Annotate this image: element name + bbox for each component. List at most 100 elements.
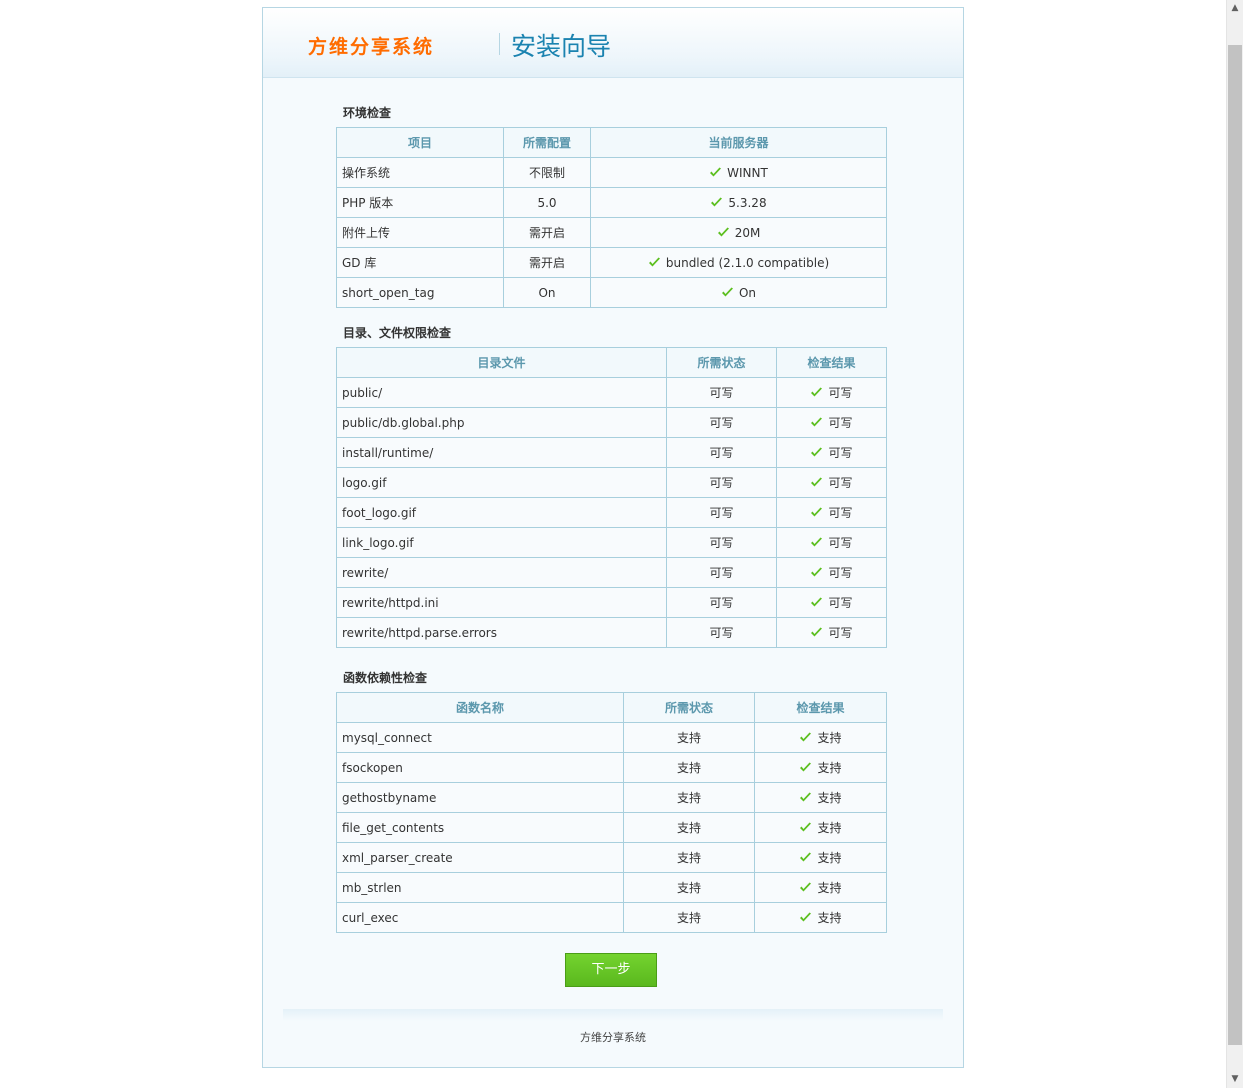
column-header: 目录文件	[336, 347, 667, 378]
table-row: rewrite/httpd.ini 可写 可写	[336, 587, 887, 618]
required-value: 支持	[623, 752, 755, 783]
check-icon	[811, 567, 823, 577]
item-name: gethostbyname	[336, 782, 624, 813]
required-value: 支持	[623, 872, 755, 903]
table-row: fsockopen 支持 支持	[336, 752, 887, 783]
page-scrollbar[interactable]: ▲ ▼	[1226, 0, 1243, 1088]
result-cell: 支持	[754, 752, 887, 783]
result-cell: 可写	[776, 467, 887, 498]
result-value: On	[738, 285, 757, 300]
result-cell: 可写	[776, 557, 887, 588]
installer-container: 方维分享系统 安装向导 环境检查 项目 所需配置 当前服务器 操作系统 不限制 WI…	[262, 7, 964, 1068]
footer-divider	[283, 1009, 943, 1021]
required-value: 可写	[666, 527, 777, 558]
env-table: 项目 所需配置 当前服务器 操作系统 不限制 WINNT PHP 版本 5.0 5.3.2…	[336, 127, 887, 308]
column-header: 检查结果	[776, 347, 887, 378]
table-row: gethostbyname 支持 支持	[336, 782, 887, 813]
table-row: GD 库需开启 bundled (2.1.0 compatible)	[336, 247, 887, 278]
check-icon	[811, 387, 823, 397]
item-name: foot_logo.gif	[336, 497, 667, 528]
table-row: logo.gif 可写 可写	[336, 467, 887, 498]
table-row: xml_parser_create 支持 支持	[336, 842, 887, 873]
next-step-button[interactable]: 下一步	[565, 953, 657, 987]
table-row: mysql_connect 支持 支持	[336, 722, 887, 753]
required-value: 支持	[623, 842, 755, 873]
item-name: short_open_tag	[336, 277, 504, 308]
check-icon	[710, 167, 722, 176]
item-name: logo.gif	[336, 467, 667, 498]
result-cell: On	[590, 277, 887, 308]
item-name: fsockopen	[336, 752, 624, 783]
column-header: 当前服务器	[590, 127, 887, 158]
check-icon	[811, 537, 823, 547]
scroll-down-arrow-icon[interactable]: ▼	[1227, 1071, 1243, 1088]
check-icon	[811, 627, 823, 637]
result-value: 可写	[828, 416, 853, 430]
item-name: rewrite/	[336, 557, 667, 588]
check-icon	[811, 417, 823, 427]
table-row: mb_strlen 支持 支持	[336, 872, 887, 903]
perm-section-title: 目录、文件权限检查	[343, 326, 452, 340]
required-value: 可写	[666, 437, 777, 468]
result-value: WINNT	[727, 165, 768, 180]
check-icon	[800, 732, 812, 742]
table-row: public/db.global.php 可写 可写	[336, 407, 887, 438]
result-cell: WINNT	[590, 157, 887, 188]
result-cell: 可写	[776, 497, 887, 528]
result-cell: 20M	[590, 217, 887, 248]
required-value: 需开启	[503, 247, 591, 278]
scrollbar-thumb[interactable]	[1228, 45, 1242, 1045]
column-header: 所需状态	[623, 692, 755, 723]
func-rows: mysql_connect 支持 支持 fsockopen 支持 支持 gethostbyn…	[336, 722, 887, 933]
footer-text: 方维分享系统	[580, 1031, 646, 1044]
page-title: 安装向导	[511, 32, 612, 61]
check-icon	[717, 227, 729, 236]
result-value: 可写	[828, 536, 853, 550]
result-cell: 可写	[776, 407, 887, 438]
header: 方维分享系统 安装向导	[263, 8, 963, 78]
column-header: 检查结果	[754, 692, 887, 723]
table-header-row: 项目 所需配置 当前服务器	[336, 127, 887, 158]
result-cell: 支持	[754, 722, 887, 753]
check-icon	[800, 792, 812, 802]
func-section-title: 函数依赖性检查	[343, 671, 428, 685]
item-name: install/runtime/	[336, 437, 667, 468]
check-icon	[800, 912, 812, 922]
scroll-up-arrow-icon[interactable]: ▲	[1227, 0, 1243, 17]
required-value: 不限制	[503, 157, 591, 188]
result-value: 支持	[817, 761, 842, 775]
result-cell: 支持	[754, 842, 887, 873]
required-value: 支持	[623, 782, 755, 813]
item-name: file_get_contents	[336, 812, 624, 843]
item-name: 操作系统	[336, 157, 504, 188]
result-value: 支持	[817, 791, 842, 805]
brand-logo: 方维分享系统	[308, 36, 435, 58]
table-row: PHP 版本 5.0 5.3.28	[336, 187, 887, 218]
env-section-title: 环境检查	[343, 106, 392, 120]
check-icon	[811, 477, 823, 487]
check-icon	[648, 257, 660, 266]
table-row: 附件上传 需开启 20M	[336, 217, 887, 248]
result-value: 可写	[828, 626, 853, 640]
result-value: 20M	[734, 225, 761, 240]
env-rows: 操作系统 不限制 WINNT PHP 版本 5.0 5.3.28 附件上传 需开启 20M GD …	[336, 157, 887, 308]
table-header-row: 目录文件 所需状态 检查结果	[336, 347, 887, 378]
check-icon	[711, 197, 723, 206]
perm-table: 目录文件 所需状态 检查结果 public/可写 可写 public/db.glob…	[336, 347, 887, 648]
column-header: 所需配置	[503, 127, 591, 158]
column-header: 所需状态	[666, 347, 777, 378]
result-cell: 可写	[776, 617, 887, 648]
result-cell: 可写	[776, 377, 887, 408]
required-value: 可写	[666, 557, 777, 588]
item-name: rewrite/httpd.ini	[336, 587, 667, 618]
required-value: 支持	[623, 902, 755, 933]
column-header: 项目	[336, 127, 504, 158]
check-icon	[811, 507, 823, 517]
check-icon	[811, 597, 823, 607]
result-value: 可写	[828, 386, 853, 400]
result-value: 支持	[817, 821, 842, 835]
table-row: curl_exec 支持 支持	[336, 902, 887, 933]
result-cell: 可写	[776, 527, 887, 558]
func-table: 函数名称 所需状态 检查结果 mysql_connect 支持 支持 fsockope…	[336, 692, 887, 933]
table-row: public/可写 可写	[336, 377, 887, 408]
